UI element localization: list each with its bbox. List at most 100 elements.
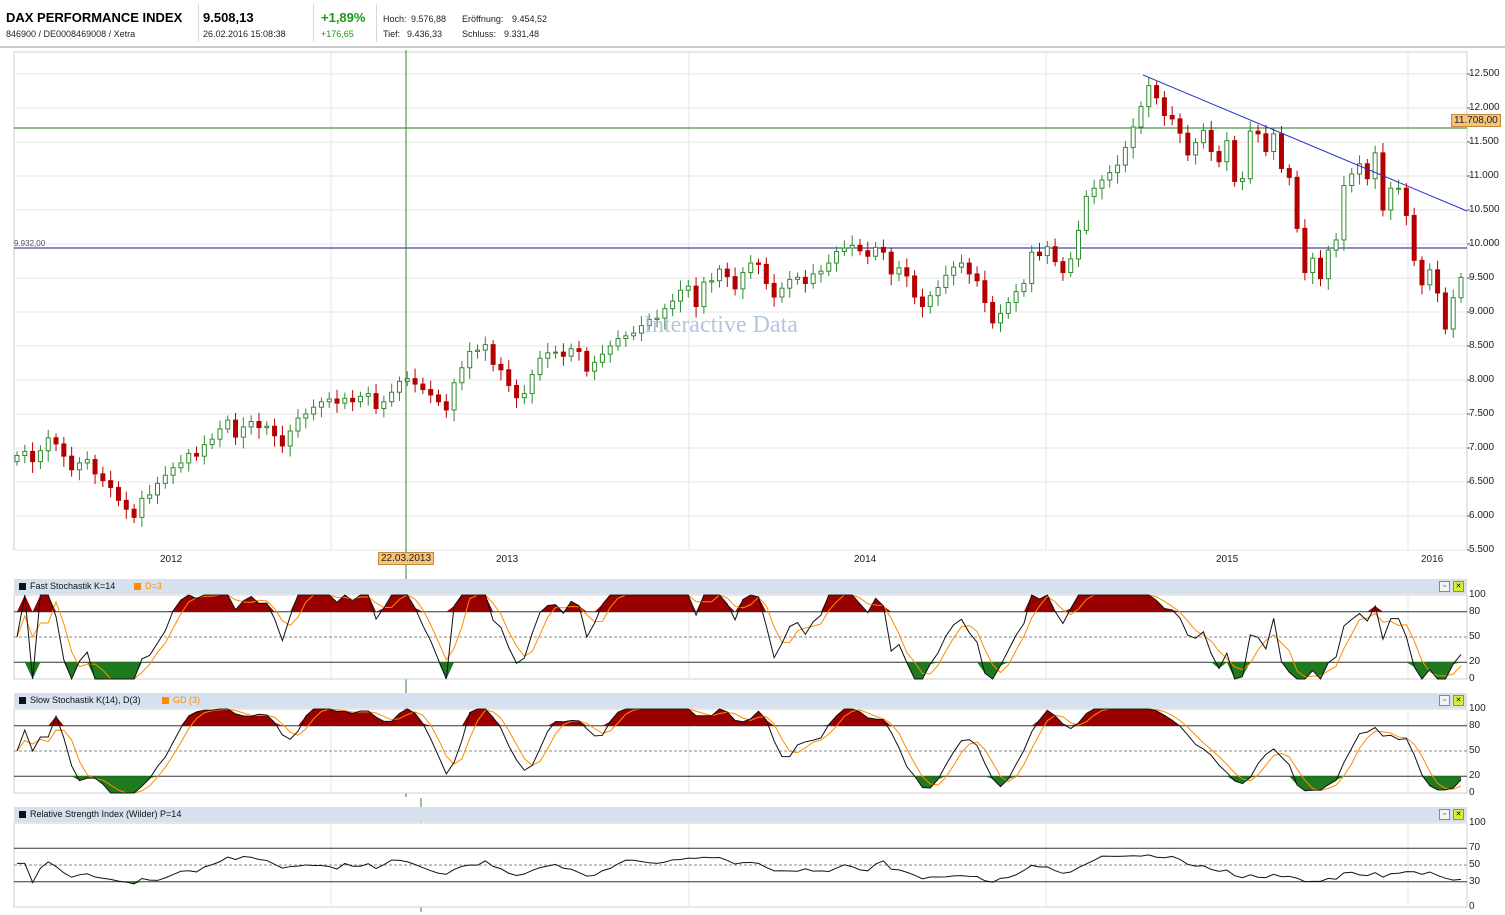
candle xyxy=(76,462,82,471)
candle xyxy=(1052,246,1058,263)
candle xyxy=(1419,259,1425,286)
candle xyxy=(1427,269,1433,286)
indicator-tick-label: 100 xyxy=(1469,703,1486,714)
x-tick-label: 2015 xyxy=(1216,554,1239,565)
candle xyxy=(576,348,582,352)
indicator-tick-label: 0 xyxy=(1469,787,1475,798)
indicator-tick-label: 80 xyxy=(1469,719,1481,731)
candle xyxy=(1138,106,1144,128)
candle xyxy=(1185,132,1191,156)
candle xyxy=(1130,126,1136,148)
candle xyxy=(451,382,457,411)
candle xyxy=(638,325,644,334)
series-color-icon xyxy=(19,697,26,704)
candle xyxy=(1193,142,1199,156)
y-tick-label: 6.500 xyxy=(1469,476,1495,487)
candle xyxy=(607,345,613,355)
candle xyxy=(1044,246,1050,257)
candle xyxy=(990,301,996,324)
panel-settings-icon[interactable]: ▫ xyxy=(1439,809,1450,820)
candle xyxy=(326,398,332,403)
x-tick-label: 2012 xyxy=(160,554,183,565)
candle xyxy=(428,389,434,396)
candle xyxy=(131,508,137,518)
panel-close-icon[interactable]: ✕ xyxy=(1453,695,1464,706)
candle xyxy=(178,462,184,469)
candle xyxy=(100,473,106,482)
candle xyxy=(1208,129,1214,153)
candle xyxy=(154,482,160,496)
price-marker: 11.708,00 xyxy=(1451,114,1501,127)
candle xyxy=(873,246,879,257)
candle xyxy=(966,262,972,275)
panel-close-icon[interactable]: ✕ xyxy=(1453,581,1464,592)
candle xyxy=(61,443,67,457)
candle xyxy=(1161,97,1167,116)
candle xyxy=(795,276,801,280)
y-tick-label: 6.000 xyxy=(1469,510,1495,521)
candle xyxy=(709,280,715,283)
candle xyxy=(1076,229,1082,260)
watermark: Interactive Data xyxy=(644,312,798,338)
candle xyxy=(1458,276,1464,299)
candle xyxy=(896,267,902,275)
signal-color-icon xyxy=(162,697,169,704)
candle xyxy=(740,272,746,290)
candle xyxy=(670,300,676,310)
candle xyxy=(342,397,348,404)
panel-settings-icon[interactable]: ▫ xyxy=(1439,695,1450,706)
candle xyxy=(599,353,605,363)
indicator-tick-label: 0 xyxy=(1469,673,1475,684)
candle xyxy=(84,459,90,464)
indicator-tick-label: 100 xyxy=(1469,589,1486,600)
candle xyxy=(1310,257,1316,274)
candle xyxy=(1435,269,1441,294)
candle xyxy=(1286,168,1292,178)
candle xyxy=(459,367,465,384)
candle xyxy=(256,420,262,429)
candle xyxy=(14,454,20,463)
candle xyxy=(1396,187,1402,190)
candle xyxy=(1013,291,1019,303)
candle xyxy=(490,344,496,365)
candle xyxy=(693,285,699,308)
candle xyxy=(958,262,964,268)
candle xyxy=(1255,130,1261,135)
candle xyxy=(545,352,551,359)
candle xyxy=(1442,292,1448,330)
candle xyxy=(381,401,387,410)
chart-canvas[interactable] xyxy=(0,0,1505,915)
candle xyxy=(880,246,886,253)
candle xyxy=(1169,114,1175,120)
candle xyxy=(1083,195,1089,231)
candle xyxy=(295,417,301,432)
candle xyxy=(701,281,707,308)
candle xyxy=(248,420,254,428)
candle xyxy=(1037,251,1043,257)
x-tick-label: 2016 xyxy=(1421,554,1444,565)
candle xyxy=(498,363,504,371)
candle xyxy=(287,430,293,447)
candle xyxy=(943,274,949,289)
candle xyxy=(1068,258,1074,274)
candle xyxy=(108,480,114,488)
rsi-title: Relative Strength Index (Wilder) P=14 xyxy=(30,809,182,819)
candle xyxy=(225,419,231,430)
candle xyxy=(685,285,691,291)
candle xyxy=(1122,146,1128,166)
candle xyxy=(631,332,637,337)
candle xyxy=(435,394,441,403)
candle xyxy=(1364,163,1370,180)
candle xyxy=(264,425,270,429)
candle xyxy=(357,395,363,403)
candle xyxy=(1349,173,1355,187)
candle xyxy=(732,276,738,290)
rsi-header: Relative Strength Index (Wilder) P=14 ▫ … xyxy=(14,807,1467,822)
candle xyxy=(982,280,988,303)
candle xyxy=(592,361,598,372)
signal-color-icon xyxy=(134,583,141,590)
panel-settings-icon[interactable]: ▫ xyxy=(1439,581,1450,592)
y-tick-label: 5.500 xyxy=(1469,544,1495,555)
candle xyxy=(373,393,379,410)
panel-close-icon[interactable]: ✕ xyxy=(1453,809,1464,820)
